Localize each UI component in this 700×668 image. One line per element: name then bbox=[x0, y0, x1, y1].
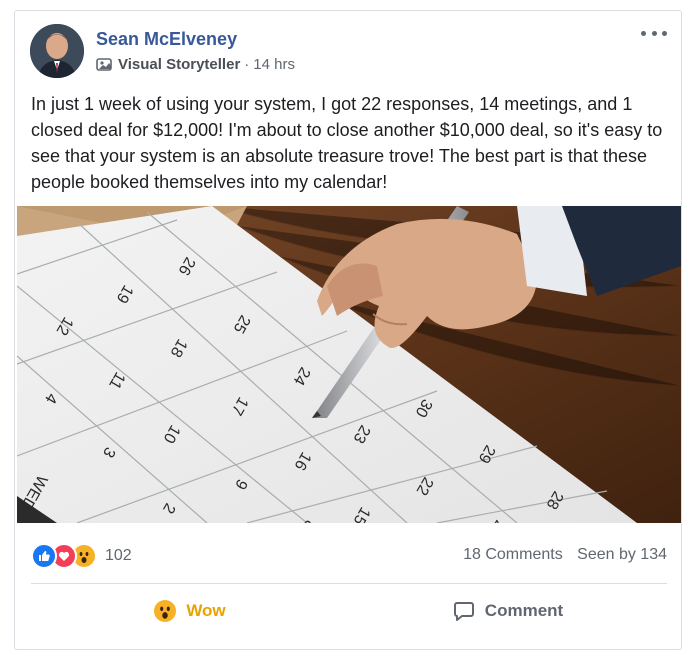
profile-badge-icon bbox=[96, 57, 112, 71]
post-meta: Visual Storyteller · 14 hrs bbox=[96, 56, 295, 73]
more-options-icon[interactable] bbox=[641, 25, 667, 41]
wow-label: Wow bbox=[186, 601, 226, 620]
author-role[interactable]: Visual Storyteller bbox=[118, 56, 240, 73]
post-time[interactable]: 14 hrs bbox=[253, 56, 295, 73]
wow-reaction-icon bbox=[154, 600, 177, 622]
post-text: In just 1 week of using your system, I g… bbox=[31, 94, 663, 192]
action-bar: Wow Comment bbox=[31, 584, 667, 638]
comment-label: Comment bbox=[484, 601, 564, 620]
comments-count[interactable]: 18 Comments bbox=[463, 546, 563, 563]
reaction-count: 102 bbox=[105, 547, 132, 564]
avatar[interactable] bbox=[30, 24, 84, 78]
like-reaction-icon bbox=[31, 543, 57, 569]
comment-button[interactable]: Comment bbox=[349, 584, 667, 638]
wow-button[interactable]: Wow bbox=[31, 584, 349, 638]
comment-icon bbox=[453, 602, 474, 621]
seen-by-count[interactable]: Seen by 134 bbox=[577, 546, 667, 563]
post-card: Sean McElveney Visual Storyteller · 14 h… bbox=[14, 10, 682, 650]
author-name[interactable]: Sean McElveney bbox=[96, 29, 237, 50]
post-photo[interactable]: 12 19 26 11 18 25 4 10 17 24 3 9 16 23 3… bbox=[17, 206, 681, 523]
meta-separator: · bbox=[244, 56, 250, 73]
engagement-stats: 18 Comments Seen by 134 bbox=[463, 546, 667, 564]
reactions-summary[interactable]: 102 bbox=[31, 543, 132, 569]
